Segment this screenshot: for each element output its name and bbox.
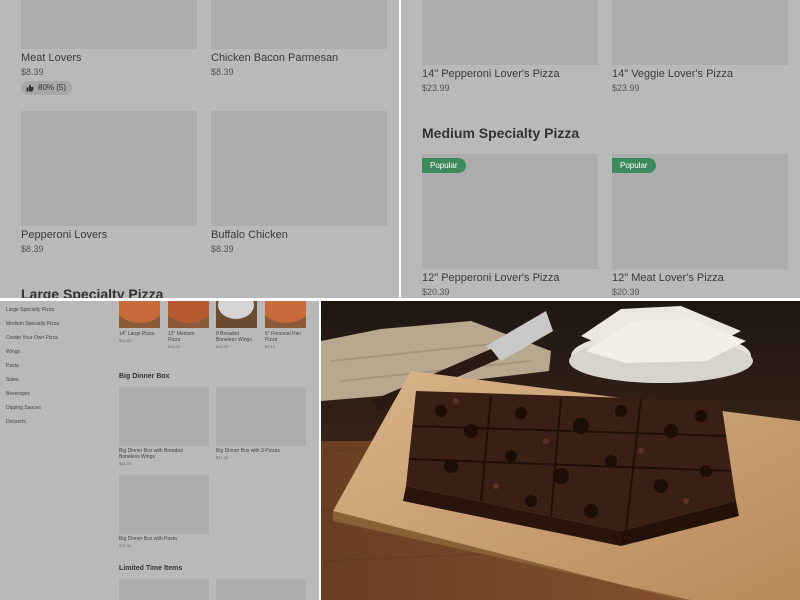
item-image-breaded-wings[interactable] — [216, 301, 257, 328]
item-name[interactable]: 14" Large Pizza — [119, 331, 163, 337]
item-price: $8.39 — [211, 244, 234, 254]
item-image-14-pepperoni[interactable] — [422, 0, 598, 65]
item-price: $8.39 — [21, 244, 44, 254]
item-image-chicken-bacon-parmesan[interactable] — [211, 0, 387, 49]
item-name[interactable]: Meat Lovers — [21, 52, 82, 64]
item-image-meat-lovers[interactable] — [21, 0, 197, 49]
thumbs-up-icon — [26, 84, 34, 92]
item-image-big-dinner-3-pizzas[interactable] — [216, 387, 306, 446]
item-price: $8.39 — [211, 67, 234, 77]
item-image-big-dinner-pasta[interactable] — [119, 475, 209, 534]
popular-badge: Popular — [612, 158, 656, 173]
item-name[interactable]: 12" Meat Lover's Pizza — [612, 272, 724, 284]
item-image-limited-1[interactable] — [119, 579, 209, 600]
section-heading: Big Dinner Box — [119, 373, 170, 380]
sidebar-item-large-specialty[interactable]: Large Specialty Pizza — [6, 307, 54, 313]
item-price: $31.34 — [119, 543, 132, 548]
menu-panel-top-left: Meat Lovers $8.39 Chicken Bacon Parmesan… — [0, 0, 399, 298]
sidebar-item-wings[interactable]: Wings — [6, 349, 20, 355]
sidebar-item-pasta[interactable]: Pasta — [6, 363, 19, 369]
brownie-product-photo — [321, 301, 800, 600]
item-name[interactable]: Chicken Bacon Parmesan — [211, 52, 338, 64]
item-price: $20.39 — [612, 287, 640, 297]
item-name[interactable]: 14" Pepperoni Lover's Pizza — [422, 68, 559, 80]
item-name[interactable]: 8 Breaded Boneless Wings — [216, 331, 260, 343]
item-image-pepperoni-lovers[interactable] — [21, 111, 197, 226]
rating-text: 80% (5) — [38, 83, 67, 92]
popular-badge: Popular — [422, 158, 466, 173]
item-price: $31.26 — [216, 455, 229, 460]
item-price: $10.79 — [216, 344, 229, 349]
item-price: $8.39 — [21, 67, 44, 77]
section-heading: Medium Specialty Pizza — [422, 125, 580, 141]
sidebar-item-desserts[interactable]: Desserts — [6, 419, 26, 425]
item-price: $20.39 — [422, 287, 450, 297]
brownie-photo-illustration — [321, 301, 800, 600]
section-heading: Limited Time Items — [119, 565, 183, 572]
item-image-limited-2[interactable] — [216, 579, 306, 600]
section-heading: Large Specialty Pizza — [21, 286, 164, 298]
item-price: $31.34 — [119, 461, 132, 466]
item-image-big-dinner-wings[interactable] — [119, 387, 209, 446]
item-name[interactable]: Big Dinner Box with Pasta — [119, 536, 209, 542]
item-price: $7.19 — [265, 344, 276, 349]
sidebar-item-sides[interactable]: Sides — [6, 377, 19, 383]
sidebar-item-medium-specialty[interactable]: Medium Specialty Pizza — [6, 321, 59, 327]
sidebar-item-beverages[interactable]: Beverages — [6, 391, 30, 397]
item-price: $23.99 — [612, 83, 640, 93]
item-price: $13.19 — [168, 344, 181, 349]
item-name[interactable]: Big Dinner Box with 3 Pizzas — [216, 448, 306, 454]
item-image-12-medium-pizza[interactable] — [168, 301, 209, 328]
item-name[interactable]: Pepperoni Lovers — [21, 229, 107, 241]
item-price: $23.99 — [422, 83, 450, 93]
rating-badge: 80% (5) — [21, 81, 73, 95]
item-name[interactable]: 12" Medium Pizza — [168, 331, 206, 343]
item-name[interactable]: Big Dinner Box with Breaded Boneless Win… — [119, 448, 199, 460]
sidebar-item-dipping-sauces[interactable]: Dipping Sauces — [6, 405, 41, 411]
menu-panel-bottom-left: Large Specialty Pizza Medium Specialty P… — [0, 301, 319, 600]
item-image-buffalo-chicken[interactable] — [211, 111, 387, 226]
menu-panel-top-right: 14" Pepperoni Lover's Pizza $23.99 14" V… — [401, 0, 800, 298]
item-name[interactable]: 6" Personal Pan Pizza — [265, 331, 305, 343]
item-name[interactable]: 14" Veggie Lover's Pizza — [612, 68, 733, 80]
item-image-personal-pan-pizza[interactable] — [265, 301, 306, 328]
sidebar-item-create-your-own[interactable]: Create Your Own Pizza — [6, 335, 58, 341]
item-image-14-large-pizza[interactable] — [119, 301, 160, 328]
item-name[interactable]: 12" Pepperoni Lover's Pizza — [422, 272, 559, 284]
item-image-14-veggie[interactable] — [612, 0, 788, 65]
item-name[interactable]: Buffalo Chicken — [211, 229, 288, 241]
item-price: $23.59 — [119, 338, 132, 343]
